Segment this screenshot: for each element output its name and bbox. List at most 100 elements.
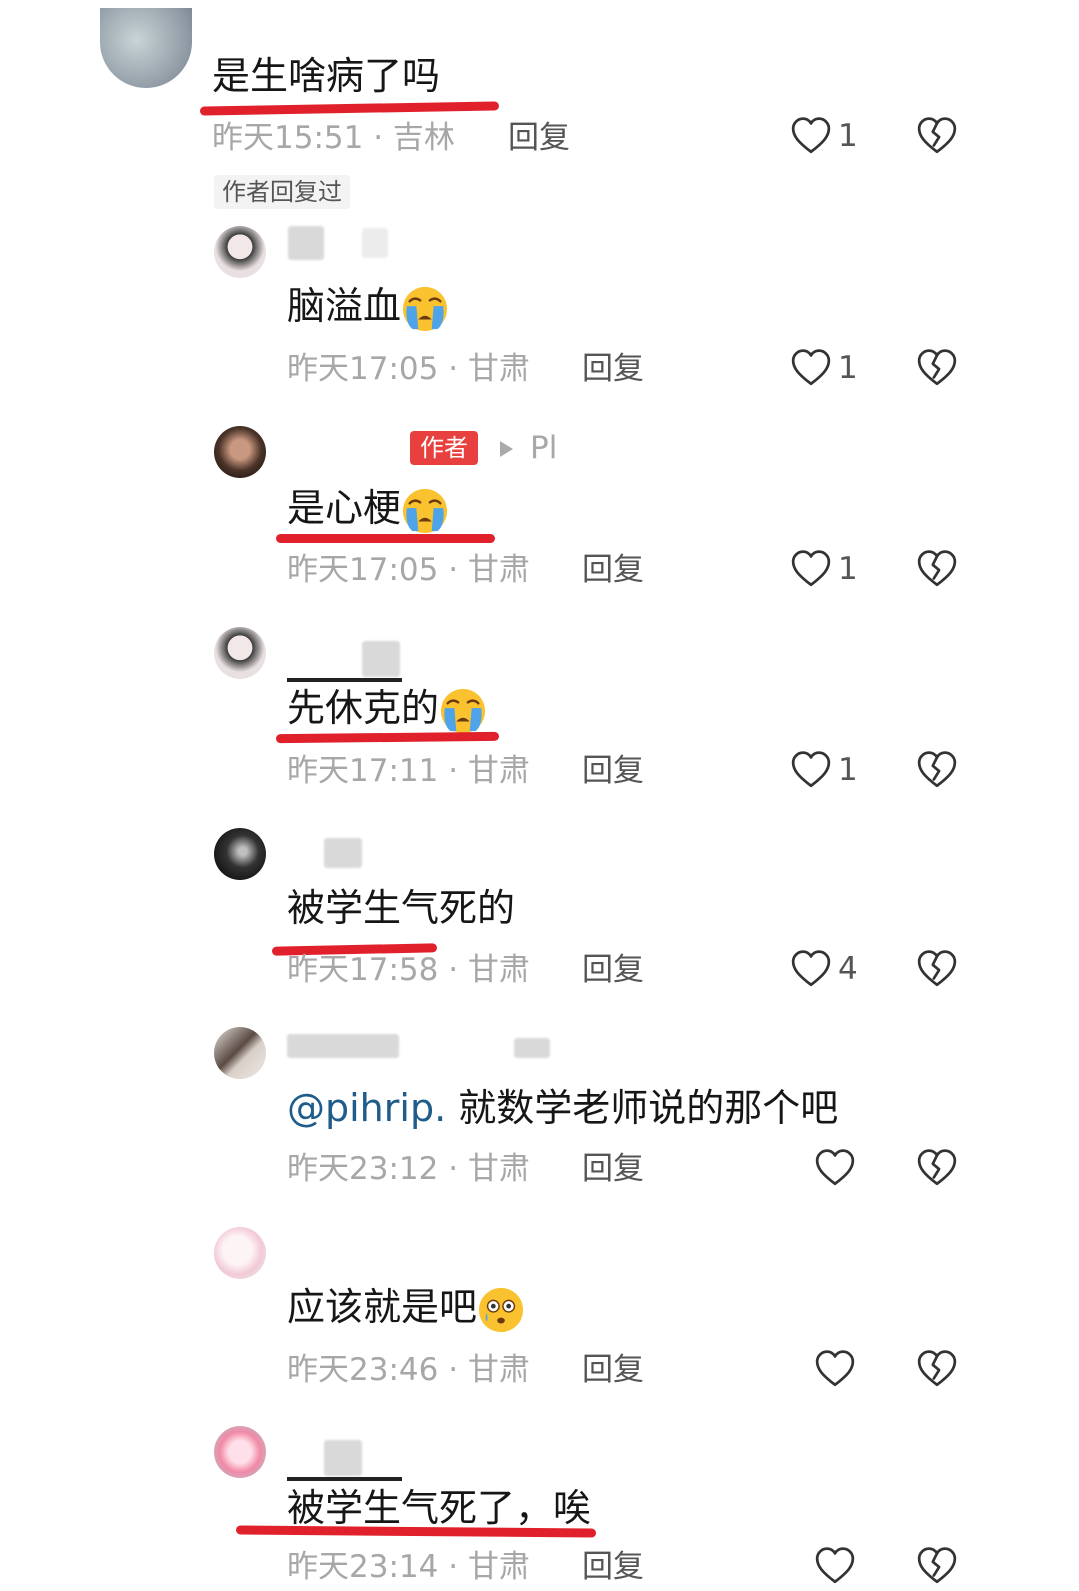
broken-heart-icon [916, 749, 958, 791]
heart-icon [790, 115, 832, 157]
like-button[interactable]: 4 [790, 948, 858, 990]
separator: · [373, 120, 384, 156]
avatar[interactable] [214, 426, 266, 478]
broken-heart-icon [916, 1348, 958, 1390]
separator: · [448, 351, 459, 387]
comment-meta: 昨天15:51 · 吉林 [212, 118, 455, 158]
like-count: 4 [838, 951, 858, 987]
avatar[interactable] [214, 1027, 266, 1079]
like-button[interactable]: 1 [790, 115, 858, 157]
comment-text-content: 应该就是吧 [287, 1285, 478, 1329]
comment-text-content: 脑溢血 [287, 284, 402, 328]
broken-heart-icon [916, 548, 958, 590]
username-redacted [324, 838, 362, 868]
reply-button[interactable]: 回复 [582, 751, 644, 791]
dislike-button[interactable] [916, 948, 958, 994]
highlight-underline [275, 731, 500, 744]
avatar[interactable] [214, 627, 266, 679]
reply-to-username[interactable]: Pl [530, 428, 557, 468]
highlight-underline [276, 534, 495, 543]
timestamp: 昨天17:05 [287, 351, 439, 387]
location: 甘肃 [467, 1352, 530, 1388]
reply-button[interactable]: 回复 [582, 1547, 644, 1587]
username-redacted [324, 1440, 362, 1476]
loudly-crying-face-icon [439, 687, 487, 735]
highlight-underline [235, 1525, 597, 1538]
location: 吉林 [392, 120, 455, 156]
dislike-button[interactable] [916, 347, 958, 393]
author-badge: 作者 [410, 431, 478, 465]
reply-button[interactable]: 回复 [582, 1149, 644, 1189]
comment-text: 是生啥病了吗 [212, 54, 441, 98]
dislike-button[interactable] [916, 1348, 958, 1394]
comment-text: 应该就是吧 [287, 1284, 525, 1334]
heart-icon [790, 948, 832, 990]
like-count: 1 [838, 118, 858, 154]
timestamp: 昨天17:05 [287, 552, 439, 588]
broken-heart-icon [916, 1147, 958, 1189]
timestamp: 昨天17:11 [287, 753, 439, 789]
heart-icon [790, 347, 832, 389]
location: 甘肃 [467, 1549, 530, 1585]
dislike-button[interactable] [916, 1147, 958, 1193]
like-button[interactable] [814, 1545, 856, 1587]
timestamp: 昨天15:51 [212, 120, 364, 156]
comment-meta: 昨天23:46 · 甘肃 [287, 1350, 530, 1390]
like-button[interactable]: 1 [790, 749, 858, 791]
heart-icon [790, 749, 832, 791]
flushed-face-icon [477, 1286, 525, 1334]
avatar[interactable] [214, 1426, 266, 1478]
comment-text: 是心梗 [287, 485, 449, 535]
reply-button[interactable]: 回复 [582, 1350, 644, 1390]
dislike-button[interactable] [916, 115, 958, 161]
highlight-underline [199, 101, 500, 116]
comment-meta: 昨天17:11 · 甘肃 [287, 751, 530, 791]
loudly-crying-face-icon [401, 487, 449, 535]
heart-icon [814, 1348, 856, 1390]
broken-heart-icon [916, 115, 958, 157]
heart-icon [814, 1545, 856, 1587]
loudly-crying-face-icon [401, 285, 449, 333]
separator: · [448, 1549, 459, 1585]
comment-text: 脑溢血 [287, 283, 449, 333]
heart-icon [790, 548, 832, 590]
dislike-button[interactable] [916, 1545, 958, 1591]
location: 甘肃 [467, 351, 530, 387]
like-button[interactable]: 1 [790, 548, 858, 590]
avatar[interactable] [100, 8, 192, 88]
username-redacted [362, 228, 388, 258]
like-count: 1 [838, 551, 858, 587]
comment-text-content: 先休克的 [287, 686, 440, 730]
comment-meta: 昨天17:05 · 甘肃 [287, 550, 530, 590]
avatar[interactable] [214, 828, 266, 880]
location: 甘肃 [467, 753, 530, 789]
reply-button[interactable]: 回复 [582, 950, 644, 990]
location: 甘肃 [467, 1151, 530, 1187]
avatar[interactable] [214, 1227, 266, 1279]
separator: · [448, 753, 459, 789]
username-redacted [288, 226, 324, 260]
reply-button[interactable]: 回复 [508, 118, 570, 158]
like-button[interactable]: 1 [790, 347, 858, 389]
timestamp: 昨天23:14 [287, 1549, 439, 1585]
reply-button[interactable]: 回复 [582, 349, 644, 389]
location: 甘肃 [467, 552, 530, 588]
dislike-button[interactable] [916, 749, 958, 795]
like-button[interactable] [814, 1348, 856, 1390]
dislike-button[interactable] [916, 548, 958, 594]
mention-link[interactable]: @pihrip. [287, 1086, 446, 1130]
comment-text-content: 就数学老师说的那个吧 [446, 1086, 839, 1130]
broken-heart-icon [916, 948, 958, 990]
comment-meta: 昨天23:12 · 甘肃 [287, 1149, 530, 1189]
separator: · [448, 552, 459, 588]
reply-button[interactable]: 回复 [582, 550, 644, 590]
heart-icon [814, 1147, 856, 1189]
like-button[interactable] [814, 1147, 856, 1189]
username-underline [287, 678, 402, 682]
avatar[interactable] [214, 226, 266, 278]
username-redacted [362, 641, 400, 677]
timestamp: 昨天17:58 [287, 952, 439, 988]
comment-text-content: 是心梗 [287, 486, 402, 530]
author-replied-tag: 作者回复过 [214, 175, 350, 209]
comment-meta: 昨天17:58 · 甘肃 [287, 950, 530, 990]
